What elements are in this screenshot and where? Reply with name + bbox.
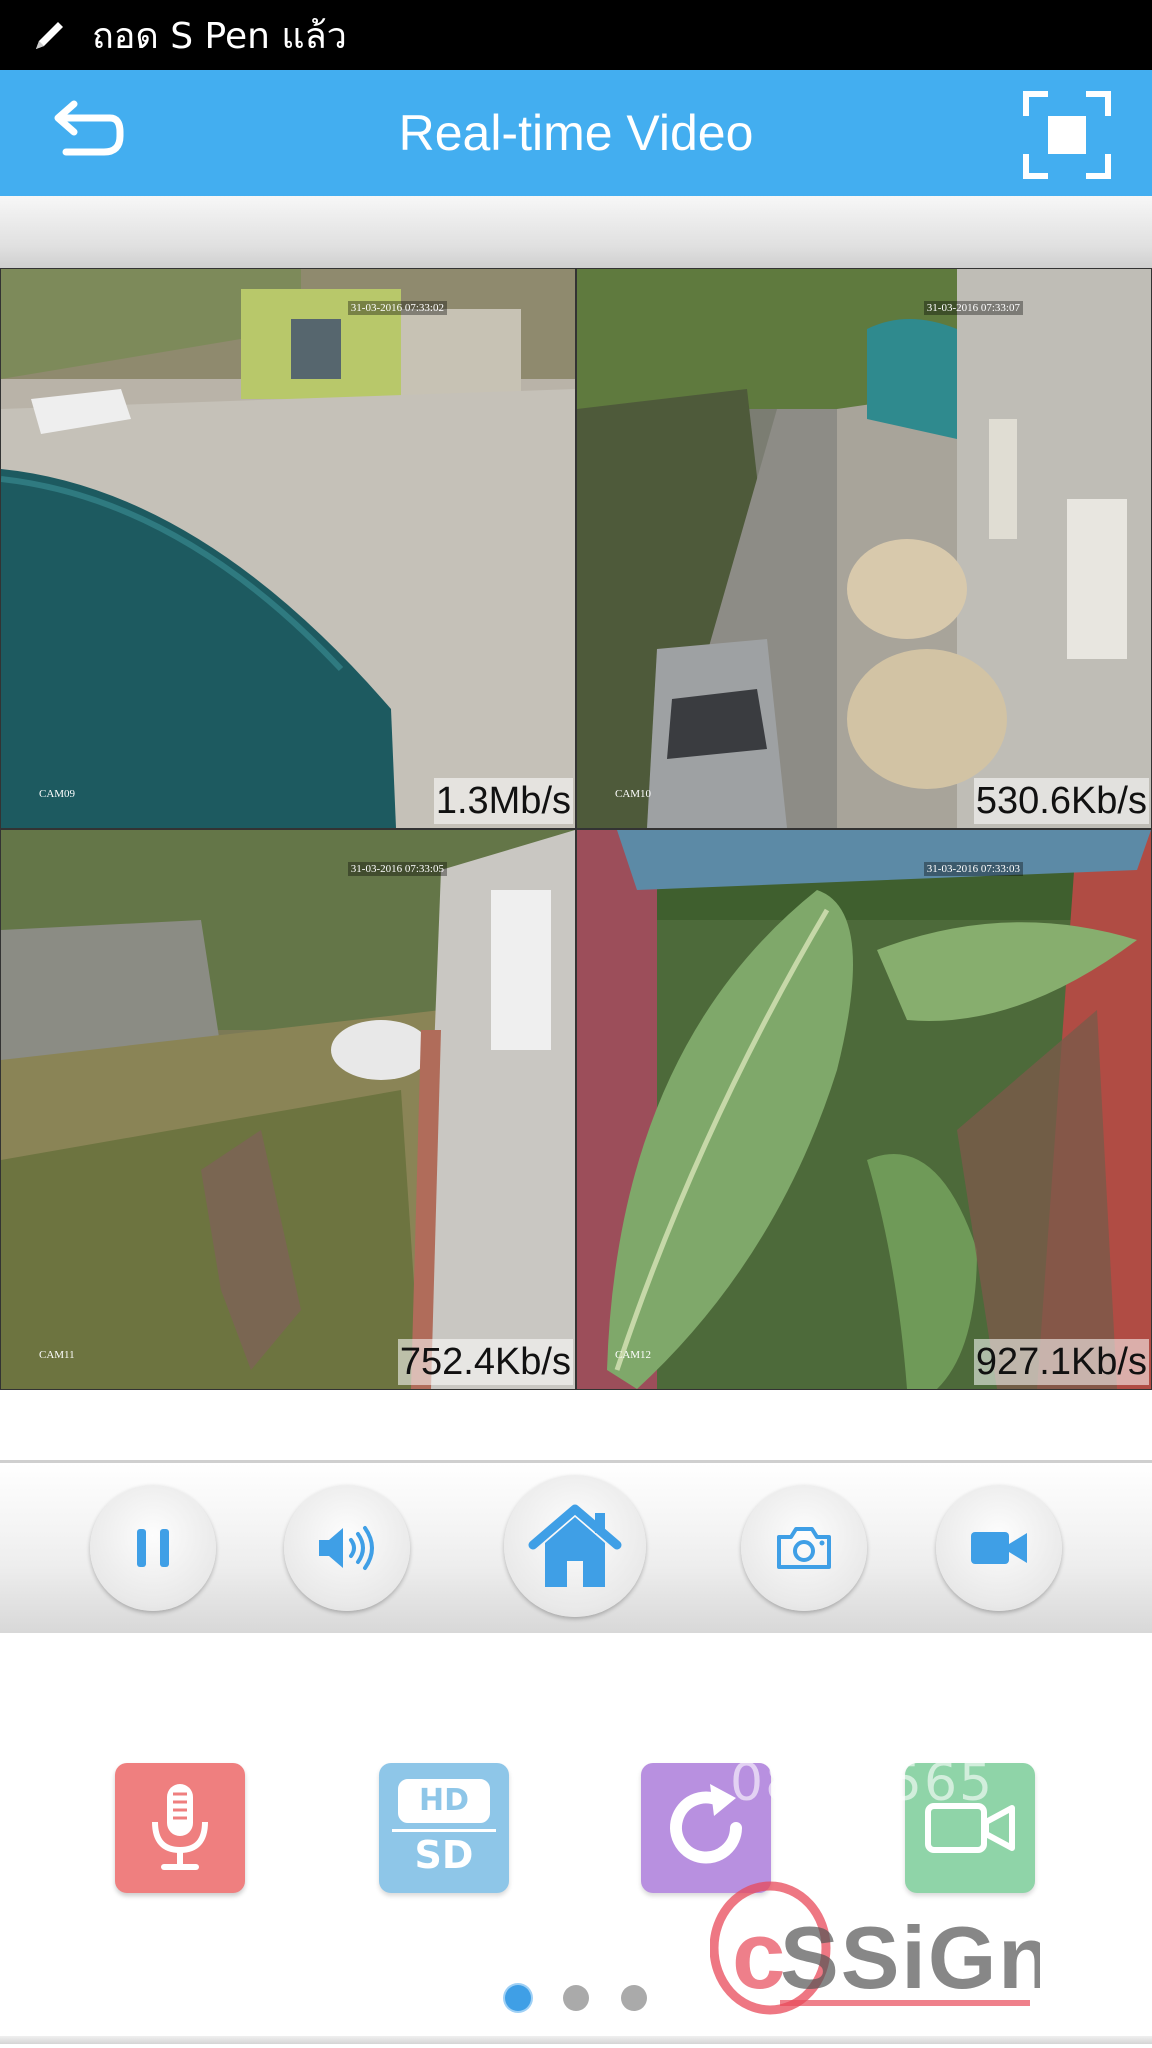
home-icon: [528, 1504, 622, 1587]
video-tile-cam09[interactable]: 31-03-2016 07:33:02 CAM09 1.3Mb/s: [1, 269, 575, 828]
video-tile-cam10[interactable]: 31-03-2016 07:33:07 CAM10 530.6Kb/s: [577, 269, 1151, 828]
camera-feed-image: [1, 830, 575, 1389]
microphone-icon: [152, 1784, 208, 1870]
fullscreen-icon[interactable]: [1022, 90, 1112, 180]
timestamp-overlay: 31-03-2016 07:33:05: [347, 862, 447, 876]
camera-icon: [777, 1527, 831, 1569]
watermark-phone: 08 27565: [730, 1753, 995, 1813]
playback-control-bar: [0, 1463, 1152, 1633]
video-tile-cam11[interactable]: 31-03-2016 07:33:05 CAM11 752.4Kb/s: [1, 830, 575, 1389]
hd-label: HD: [398, 1778, 490, 1823]
camera-feed-image: [577, 830, 1151, 1389]
function-panel: HD SD 08 27565 c SSiGn: [0, 1633, 1152, 2048]
record-button[interactable]: [936, 1485, 1062, 1611]
bitrate-label: 530.6Kb/s: [973, 778, 1149, 824]
video-grid: 31-03-2016 07:33:02 CAM09 1.3Mb/s 31-03-…: [0, 268, 1152, 1390]
bitrate-label: 752.4Kb/s: [397, 1339, 573, 1385]
bitrate-label: 1.3Mb/s: [433, 778, 573, 824]
timestamp-overlay: 31-03-2016 07:33:03: [923, 862, 1023, 876]
camera-feed-image: [577, 269, 1151, 828]
camera-label: CAM12: [615, 1349, 652, 1361]
status-bar: ถอด S Pen แล้ว: [0, 0, 1152, 70]
talk-button[interactable]: [115, 1763, 245, 1893]
camera-label: CAM11: [39, 1349, 75, 1361]
hd-sd-icon: HD SD: [392, 1778, 496, 1878]
timestamp-overlay: 31-03-2016 07:33:07: [923, 301, 1023, 315]
camera-label: CAM09: [39, 788, 76, 800]
pen-icon: [36, 22, 63, 49]
snapshot-button[interactable]: [741, 1485, 867, 1611]
camera-feed-image: [1, 269, 575, 828]
video-tile-cam12[interactable]: 31-03-2016 07:33:03 CAM12 927.1Kb/s: [577, 830, 1151, 1389]
sound-button[interactable]: [284, 1485, 410, 1611]
timestamp-overlay: 31-03-2016 07:33:02: [347, 301, 447, 315]
status-text: ถอด S Pen แล้ว: [92, 15, 347, 57]
back-arrow-icon[interactable]: [44, 98, 124, 168]
app-bar: Real-time Video: [0, 70, 1152, 196]
page-dot-1[interactable]: [505, 1985, 531, 2011]
toolbar-spacer: [0, 196, 1152, 268]
video-camera-icon: [971, 1532, 1027, 1564]
bottom-edge: [0, 2036, 1152, 2044]
page-indicator: [0, 1985, 1152, 2011]
page-title: Real-time Video: [398, 105, 754, 161]
camera-label: CAM10: [615, 788, 652, 800]
pause-icon: [137, 1529, 169, 1567]
page-dot-2[interactable]: [563, 1985, 589, 2011]
home-button[interactable]: [504, 1475, 646, 1617]
quality-toggle-button[interactable]: HD SD: [379, 1763, 509, 1893]
speaker-icon: [319, 1526, 374, 1570]
pause-button[interactable]: [90, 1485, 216, 1611]
bitrate-label: 927.1Kb/s: [973, 1339, 1149, 1385]
sd-label: SD: [392, 1828, 496, 1878]
page-dot-3[interactable]: [621, 1985, 647, 2011]
